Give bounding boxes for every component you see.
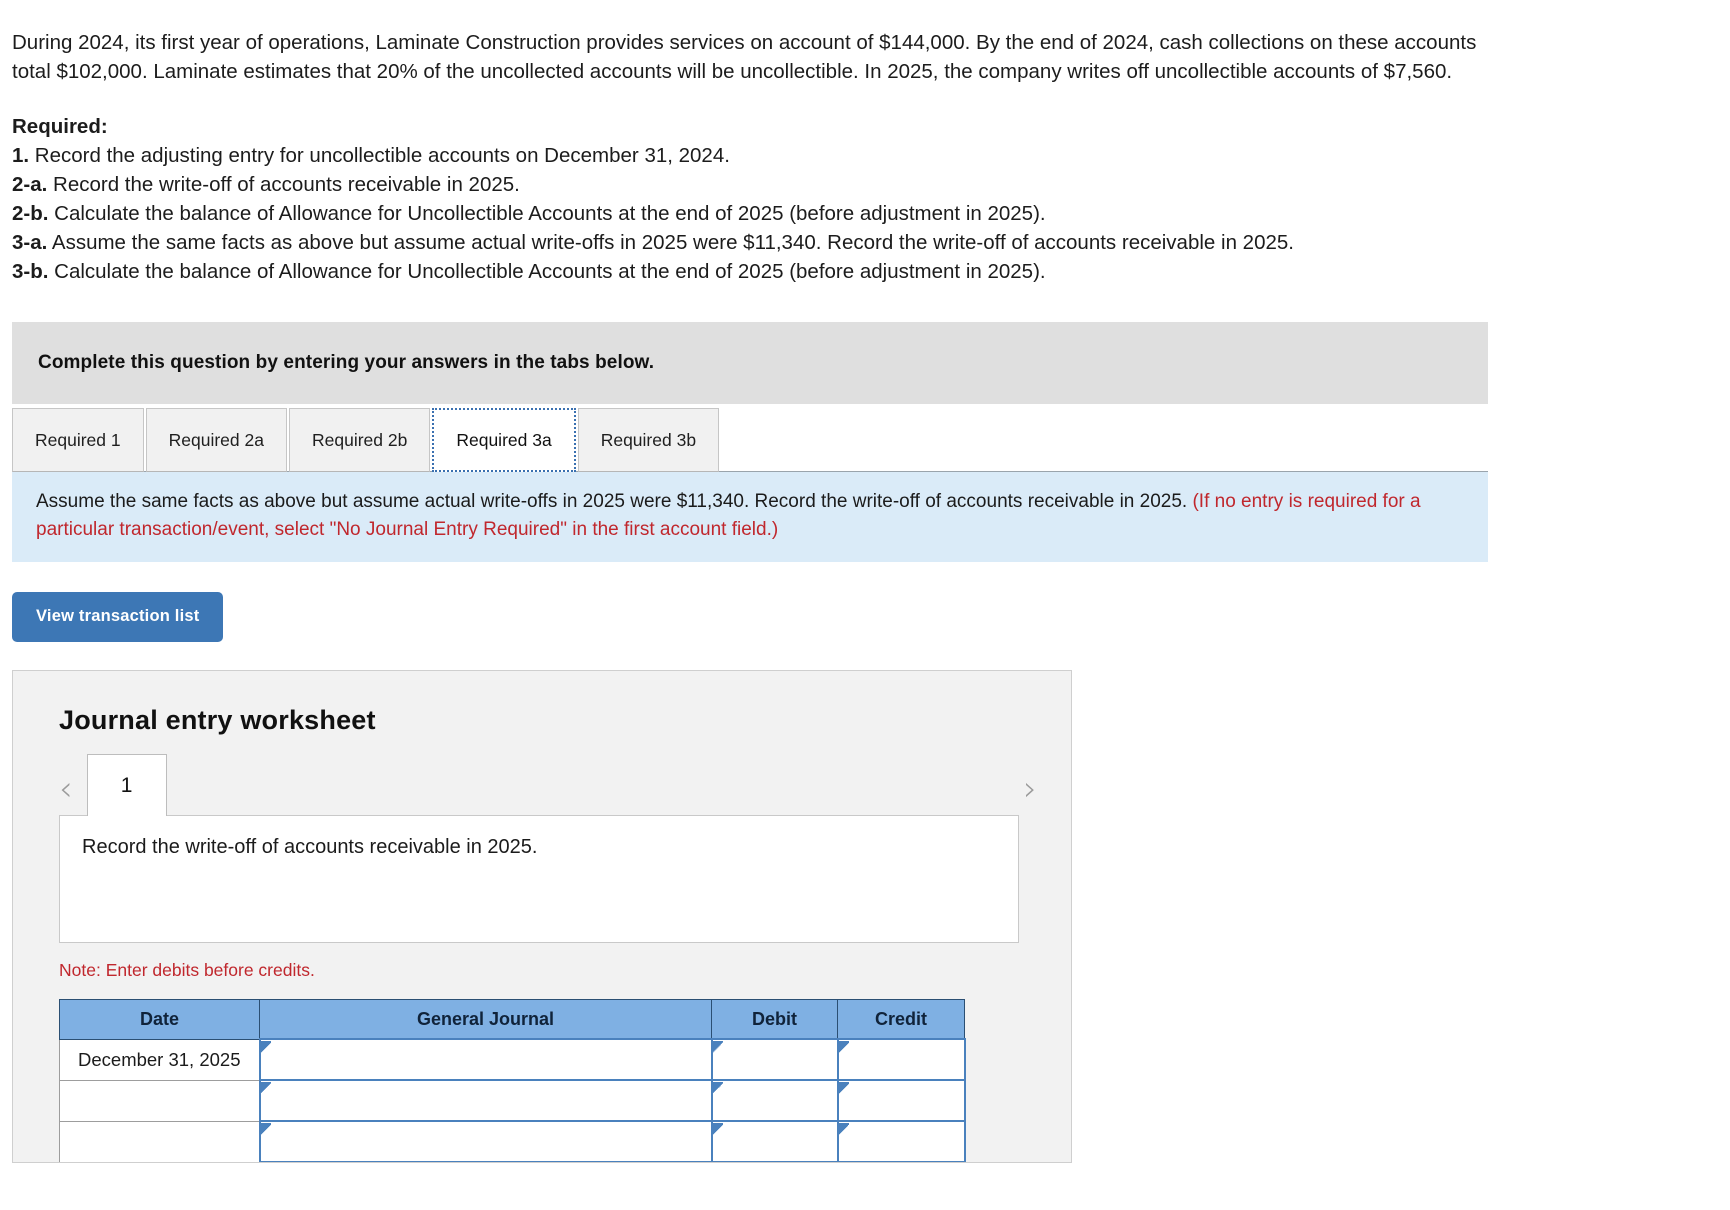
table-row: December 31, 2025 <box>59 1038 966 1081</box>
required-item-2a-number: 2-a. <box>12 173 48 196</box>
chevron-right-icon[interactable]: › <box>1023 772 1037 816</box>
view-transaction-list-wrap: View transaction list <box>12 592 1730 642</box>
cell-general-journal-row-2[interactable] <box>258 1079 713 1122</box>
journal-table-header-row: Date General Journal Debit Credit <box>59 999 965 1040</box>
required-item-3b: 3-b. Calculate the balance of Allowance … <box>12 257 1527 286</box>
journal-entry-worksheet-panel: Journal entry worksheet ‹ 1 › Record the… <box>12 670 1072 1163</box>
column-header-date: Date <box>59 999 260 1040</box>
table-row <box>59 1079 966 1122</box>
required-item-2b: 2-b. Calculate the balance of Allowance … <box>12 199 1527 228</box>
problem-statement: During 2024, its first year of operation… <box>12 31 1477 83</box>
cell-debit-row-2[interactable] <box>710 1079 839 1122</box>
instruction-main-text: Assume the same facts as above but assum… <box>36 491 1193 512</box>
chevron-left-icon[interactable]: ‹ <box>59 772 73 816</box>
tab-required-1[interactable]: Required 1 <box>12 408 144 472</box>
required-item-2a-text: Record the write-off of accounts receiva… <box>47 173 520 196</box>
cell-date-row-2[interactable] <box>59 1080 260 1122</box>
required-heading: Required: <box>12 115 108 138</box>
tab-required-2b[interactable]: Required 2b <box>288 408 431 472</box>
transaction-description-box: Record the write-off of accounts receiva… <box>59 815 1019 943</box>
tab-required-3a-label: Required 3a <box>456 429 552 450</box>
instruction-banner: Assume the same facts as above but assum… <box>12 471 1488 562</box>
requirement-tabs: Required 1 Required 2a Required 2b Requi… <box>12 404 1488 472</box>
worksheet-title: Journal entry worksheet <box>59 705 376 735</box>
required-item-2b-number: 2-b. <box>12 202 49 225</box>
required-item-2a: 2-a. Record the write-off of accounts re… <box>12 170 1527 199</box>
cell-credit-row-3[interactable] <box>836 1120 966 1162</box>
cell-credit-row-1[interactable] <box>836 1038 966 1081</box>
column-header-debit: Debit <box>711 999 838 1040</box>
cell-debit-row-3[interactable] <box>710 1120 839 1162</box>
cell-debit-row-1[interactable] <box>710 1038 839 1081</box>
debits-before-credits-note: Note: Enter debits before credits. <box>59 960 315 980</box>
table-row <box>59 1120 966 1162</box>
transaction-description-text: Record the write-off of accounts receiva… <box>82 836 538 858</box>
tab-required-3b[interactable]: Required 3b <box>577 408 720 472</box>
cell-date-row-1[interactable]: December 31, 2025 <box>59 1039 260 1081</box>
required-item-3a-number: 3-a. <box>12 231 48 254</box>
required-item-1: 1. Record the adjusting entry for uncoll… <box>12 141 1527 170</box>
tab-required-1-label: Required 1 <box>35 429 121 450</box>
column-header-general-journal: General Journal <box>259 999 712 1040</box>
required-item-3a: 3-a. Assume the same facts as above but … <box>12 228 1527 257</box>
tab-required-2a-label: Required 2a <box>168 429 264 450</box>
required-item-1-text: Record the adjusting entry for uncollect… <box>29 144 730 167</box>
tab-required-3a[interactable]: Required 3a <box>432 408 576 472</box>
tab-required-2a[interactable]: Required 2a <box>145 408 287 472</box>
column-header-credit: Credit <box>837 999 965 1040</box>
complete-question-banner: Complete this question by entering your … <box>12 322 1488 404</box>
cell-credit-row-2[interactable] <box>836 1079 966 1122</box>
view-transaction-list-button[interactable]: View transaction list <box>12 592 224 642</box>
cell-general-journal-row-3[interactable] <box>258 1120 713 1162</box>
required-block: Required: 1. Record the adjusting entry … <box>12 112 1527 286</box>
required-item-1-number: 1. <box>12 144 30 167</box>
worksheet-page-tab-1-label: 1 <box>120 773 133 797</box>
tab-required-3b-label: Required 3b <box>600 429 697 450</box>
tab-required-2b-label: Required 2b <box>311 429 408 450</box>
required-item-3b-text: Calculate the balance of Allowance for U… <box>48 260 1046 283</box>
required-item-3a-text: Assume the same facts as above but assum… <box>47 231 1294 254</box>
page-root: During 2024, its first year of operation… <box>0 0 1730 1163</box>
worksheet-page-nav: ‹ 1 › <box>13 754 1071 816</box>
journal-entry-table: Date General Journal Debit Credit Decemb… <box>59 999 966 1162</box>
required-item-2b-text: Calculate the balance of Allowance for U… <box>48 202 1046 225</box>
cell-general-journal-row-1[interactable] <box>258 1038 713 1081</box>
journal-table-wrap: Date General Journal Debit Credit Decemb… <box>59 999 966 1162</box>
cell-date-row-3[interactable] <box>59 1121 260 1162</box>
required-item-3b-number: 3-b. <box>12 260 49 283</box>
complete-question-banner-text: Complete this question by entering your … <box>38 352 655 373</box>
worksheet-page-tab-1[interactable]: 1 <box>86 754 167 816</box>
